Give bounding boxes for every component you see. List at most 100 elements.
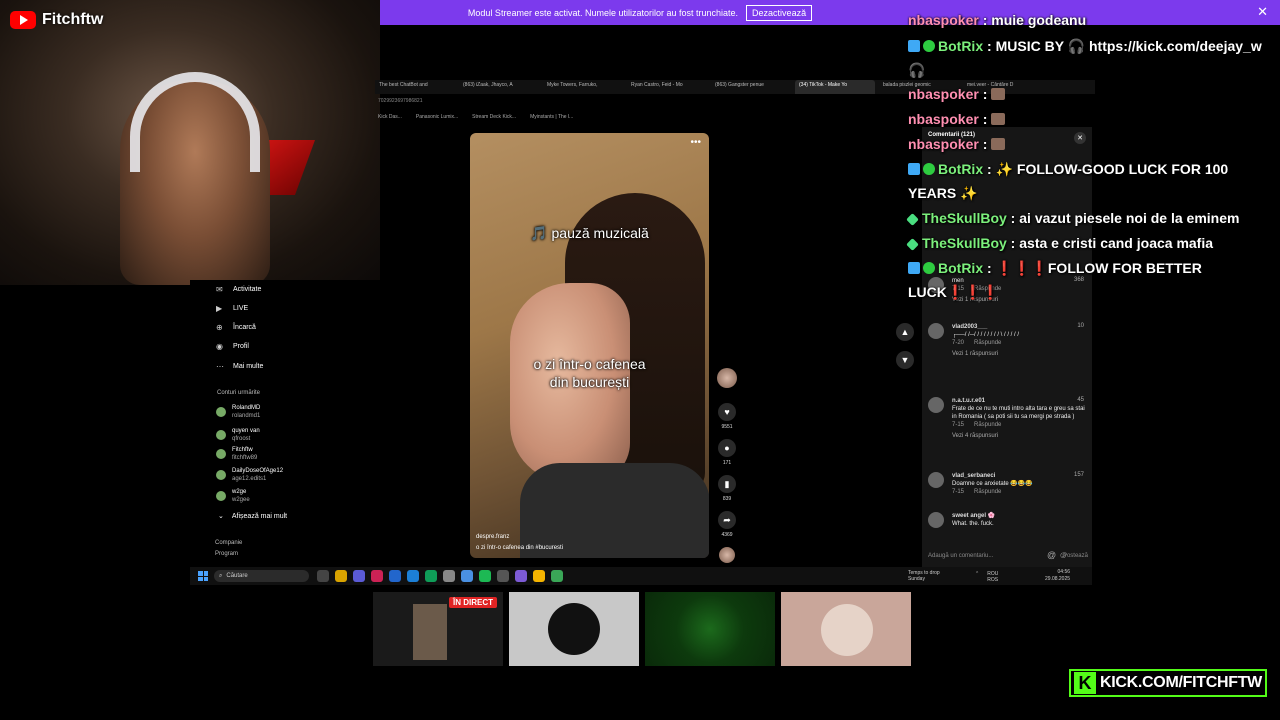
sidebar-item-more[interactable]: ⋯ Mai multe bbox=[216, 362, 263, 371]
comment-like-count[interactable]: 45 bbox=[1077, 397, 1084, 403]
chat-username[interactable]: nbaspoker bbox=[908, 12, 979, 28]
comment-date: 7-20 bbox=[952, 340, 965, 346]
share-count: 4369 bbox=[721, 532, 733, 538]
comment-meta: 7-20 Răspunde bbox=[952, 339, 1088, 347]
comment-user[interactable]: vlad_serbaneci bbox=[952, 472, 1088, 480]
chat-username[interactable]: TheSkullBoy bbox=[922, 210, 1007, 226]
avatar[interactable] bbox=[928, 472, 944, 488]
thumbnail-avatar-circle bbox=[548, 603, 600, 655]
browser-tab[interactable]: Ryan Castro, Feid - Mo bbox=[627, 80, 707, 94]
avatar[interactable] bbox=[928, 512, 944, 528]
creator-avatar[interactable] bbox=[717, 368, 737, 388]
footer-link[interactable]: Program bbox=[215, 551, 238, 557]
chat-username[interactable]: TheSkullBoy bbox=[922, 235, 1007, 251]
bookmark-item[interactable]: Stream Deck Kick... bbox=[472, 114, 516, 120]
view-replies-button[interactable]: Vezi 4 răspunsuri bbox=[952, 433, 1088, 439]
taskbar-app-icon[interactable] bbox=[461, 570, 473, 582]
tray-chevron-icon[interactable]: ⌃ bbox=[975, 571, 979, 583]
taskbar-app-icon[interactable] bbox=[371, 570, 383, 582]
followed-account[interactable]: RolandMD rolandmd1 bbox=[216, 404, 260, 420]
comment-icon[interactable]: ● bbox=[718, 439, 736, 457]
taskbar-app-icon[interactable] bbox=[335, 570, 347, 582]
bookmark-item[interactable]: Myinstants | The l... bbox=[530, 114, 573, 120]
chat-separator: : bbox=[983, 161, 996, 177]
browser-tab[interactable]: The best ChatBot and bbox=[375, 80, 455, 94]
browser-tab[interactable]: (863) iZaak, Jhayco, A bbox=[459, 80, 539, 94]
taskbar-app-icon[interactable] bbox=[389, 570, 401, 582]
music-disc-icon[interactable] bbox=[719, 547, 735, 563]
chat-username[interactable]: nbaspoker bbox=[908, 111, 979, 127]
chat-username[interactable]: BotRix bbox=[938, 38, 983, 54]
like-icon[interactable]: ♥ bbox=[718, 403, 736, 421]
video-author[interactable]: despre.franz bbox=[476, 534, 509, 540]
comment-text: What. the. fuck. bbox=[952, 521, 994, 527]
sidebar-item-upload[interactable]: ⊕ Încarcă bbox=[216, 323, 256, 332]
language-indicator[interactable]: ROU ROS bbox=[987, 571, 998, 583]
chevron-up-icon[interactable]: ▲ bbox=[896, 323, 914, 341]
thumbnail-green[interactable] bbox=[645, 592, 775, 666]
comment-user[interactable]: n.a.t.u.r.e01 bbox=[952, 397, 1088, 405]
taskbar-app-icon[interactable] bbox=[497, 570, 509, 582]
bookmark-item[interactable]: Kick Das... bbox=[378, 114, 402, 120]
more-options-icon[interactable]: ••• bbox=[690, 137, 701, 148]
view-replies-button[interactable]: Vezi 1 răspunsuri bbox=[952, 351, 1088, 357]
reply-button[interactable]: Răspunde bbox=[974, 339, 1001, 347]
sidebar-item-live[interactable]: ▶ LIVE bbox=[216, 304, 248, 313]
sidebar-item-profile[interactable]: ◉ Profil bbox=[216, 342, 249, 351]
avatar[interactable] bbox=[928, 397, 944, 413]
followed-account[interactable]: quyen van qfroost bbox=[216, 427, 260, 443]
thumbnail-avatar[interactable] bbox=[509, 592, 639, 666]
scene-thumbnails: ÎN DIRECT bbox=[373, 592, 911, 666]
weather-widget[interactable]: Temps to drop Sunday bbox=[908, 570, 940, 582]
comment-body: vlad2003___ ┌──/ /─/ / / / / / / / \ / / … bbox=[952, 323, 1088, 347]
chevron-down-icon[interactable]: ▼ bbox=[896, 351, 914, 369]
chat-text: ai vazut piesele noi de la eminem bbox=[1019, 210, 1240, 226]
browser-tab[interactable]: (863) Gangster penue bbox=[711, 80, 791, 94]
bookmark-item[interactable]: Panasonic Lumix... bbox=[416, 114, 458, 120]
taskbar-app-icon[interactable] bbox=[533, 570, 545, 582]
deactivate-button[interactable]: Dezactivează bbox=[746, 4, 813, 21]
share-icon[interactable]: ➦ bbox=[718, 511, 736, 529]
taskbar-app-icon[interactable] bbox=[443, 570, 455, 582]
system-tray[interactable]: ⌃ ROU ROS bbox=[975, 571, 998, 583]
taskbar-app-icon[interactable] bbox=[407, 570, 419, 582]
show-more-button[interactable]: ⌄ Afișează mai mult bbox=[218, 512, 288, 521]
followed-account[interactable]: DailyDoseOfAge12 age12.edits1 bbox=[216, 467, 283, 483]
browser-tab[interactable]: (34) TikTok - Make Yo bbox=[795, 80, 875, 94]
reply-button[interactable]: Răspunde bbox=[974, 488, 1001, 496]
chat-text: MUSIC BY 🎧 https://kick.com/deejay_w bbox=[995, 38, 1262, 54]
taskbar-app-icon[interactable] bbox=[317, 570, 329, 582]
bookmark-icon[interactable]: ▮ bbox=[718, 475, 736, 493]
reply-button[interactable]: Răspunde bbox=[974, 421, 1001, 429]
chat-username[interactable]: BotRix bbox=[938, 260, 983, 276]
taskbar-search[interactable]: ⌕ Căutare bbox=[214, 570, 309, 582]
avatar[interactable] bbox=[928, 323, 944, 339]
thumbnail-couple[interactable] bbox=[781, 592, 911, 666]
comment-user[interactable]: vlad2003___ bbox=[952, 323, 1088, 331]
comment-like-count[interactable]: 10 bbox=[1077, 323, 1084, 329]
taskbar-app-icon[interactable] bbox=[551, 570, 563, 582]
thumbnail-desktop[interactable]: ÎN DIRECT bbox=[373, 592, 503, 666]
show-more-label: Afișează mai mult bbox=[231, 512, 288, 520]
sidebar-item-bell[interactable]: ✉ Activitate bbox=[216, 285, 261, 294]
post-button[interactable]: Postează bbox=[1063, 553, 1088, 559]
avatar bbox=[216, 491, 226, 501]
taskbar-app-icon[interactable] bbox=[479, 570, 491, 582]
taskbar-app-icon[interactable] bbox=[425, 570, 437, 582]
tiktok-video[interactable]: ••• 🎵 pauză muzicală o zi într-o cafenea… bbox=[470, 133, 709, 558]
browser-tab[interactable]: Myke Towers, Farruko, bbox=[543, 80, 623, 94]
chat-username[interactable]: nbaspoker bbox=[908, 136, 979, 152]
taskbar-app-icon[interactable] bbox=[353, 570, 365, 582]
taskbar-app-icon[interactable] bbox=[515, 570, 527, 582]
chat-username[interactable]: BotRix bbox=[938, 161, 983, 177]
url-bar[interactable]: 7029923697986821 bbox=[378, 98, 423, 104]
chat-username[interactable]: nbaspoker bbox=[908, 86, 979, 102]
clock[interactable]: 04:56 29.08.2025 bbox=[1045, 569, 1070, 583]
windows-start-icon[interactable] bbox=[198, 571, 208, 581]
comment-like-count[interactable]: 157 bbox=[1074, 472, 1084, 478]
footer-link[interactable]: Companie bbox=[215, 540, 242, 546]
followed-account[interactable]: Fitchftw fitchftw89 bbox=[216, 446, 257, 462]
comment-input[interactable]: Adaugă un comentariu... bbox=[928, 553, 1038, 559]
comment-user[interactable]: sweet angel 🌸 bbox=[952, 512, 1088, 520]
followed-account[interactable]: w2ge w2gee bbox=[216, 488, 250, 504]
